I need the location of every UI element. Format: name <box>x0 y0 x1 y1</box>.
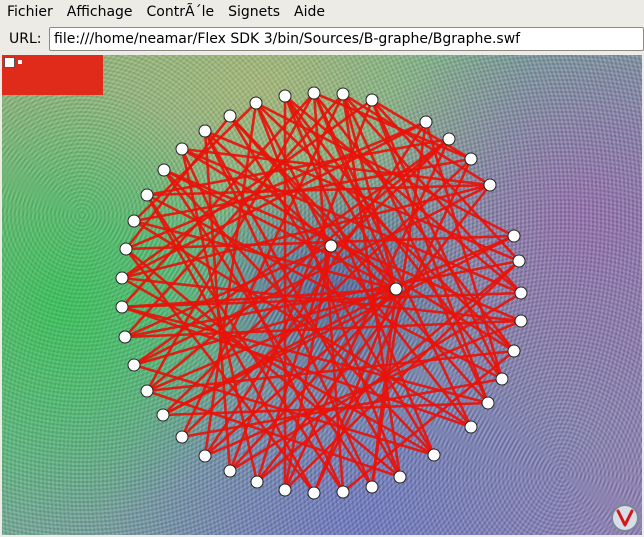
adobe-flash-v-icon <box>616 509 634 527</box>
graph-node[interactable] <box>175 430 189 444</box>
graph-node[interactable] <box>250 475 264 489</box>
graph-node[interactable] <box>324 239 338 253</box>
graph-node[interactable] <box>514 314 528 328</box>
graph-node[interactable] <box>365 93 379 107</box>
graph-node[interactable] <box>481 396 495 410</box>
graph-node[interactable] <box>118 330 132 344</box>
flash-stage[interactable] <box>2 55 642 535</box>
url-label: URL: <box>9 31 42 47</box>
graph-node[interactable] <box>393 470 407 484</box>
graph-node[interactable] <box>127 214 141 228</box>
graph-node[interactable] <box>115 300 129 314</box>
graph-node[interactable] <box>419 115 433 129</box>
menu-affichage[interactable]: Affichage <box>60 0 140 24</box>
menu-aide[interactable]: Aide <box>287 0 332 24</box>
graph-node[interactable] <box>119 242 133 256</box>
graph-node[interactable] <box>495 372 509 386</box>
graph-node[interactable] <box>127 358 141 372</box>
graph-node[interactable] <box>427 448 441 462</box>
graph-node[interactable] <box>115 271 129 285</box>
url-input[interactable] <box>49 27 644 51</box>
graph-node[interactable] <box>483 178 497 192</box>
graph-node[interactable] <box>389 282 403 296</box>
url-bar: URL: <box>0 24 644 54</box>
menu-fichier[interactable]: Fichier <box>0 0 60 24</box>
graph-canvas[interactable] <box>2 55 642 535</box>
graph-node[interactable] <box>442 132 456 146</box>
graph-node[interactable] <box>157 163 171 177</box>
graph-node[interactable] <box>464 420 478 434</box>
graph-node[interactable] <box>365 480 379 494</box>
graph-node[interactable] <box>514 286 528 300</box>
menu-bar: Fichier Affichage ContrÃ´le Signets Aide <box>0 0 644 24</box>
graph-node[interactable] <box>278 89 292 103</box>
graph-node[interactable] <box>249 96 263 110</box>
graph-node[interactable] <box>175 142 189 156</box>
graph-node[interactable] <box>464 152 478 166</box>
graph-node[interactable] <box>336 485 350 499</box>
graph-node[interactable] <box>223 464 237 478</box>
graph-node[interactable] <box>198 449 212 463</box>
graph-node[interactable] <box>156 408 170 422</box>
graph-node[interactable] <box>307 86 321 100</box>
menu-signets[interactable]: Signets <box>221 0 287 24</box>
graph-node[interactable] <box>140 384 154 398</box>
graph-node[interactable] <box>278 483 292 497</box>
graph-node[interactable] <box>223 109 237 123</box>
graph-node[interactable] <box>507 344 521 358</box>
graph-node[interactable] <box>512 254 526 268</box>
graph-node[interactable] <box>336 87 350 101</box>
graph-node[interactable] <box>507 229 521 243</box>
flash-logo-badge <box>611 504 639 532</box>
graph-node[interactable] <box>140 188 154 202</box>
menu-controle[interactable]: ContrÃ´le <box>140 0 222 24</box>
graph-node[interactable] <box>307 486 321 500</box>
graph-node[interactable] <box>198 124 212 138</box>
